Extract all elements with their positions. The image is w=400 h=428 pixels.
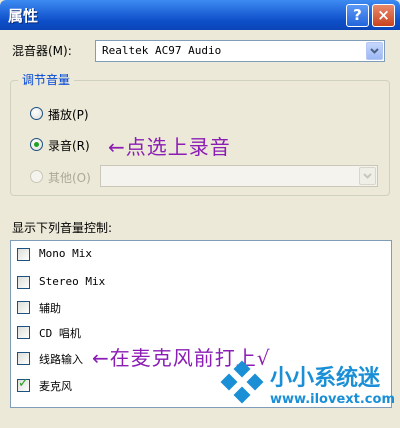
- checkbox-line-in[interactable]: [17, 352, 30, 365]
- checkbox-aux[interactable]: [17, 301, 30, 314]
- mixer-select[interactable]: Realtek AC97 Audio: [95, 40, 385, 62]
- watermark: 小小系统迷 www.ilovext.com: [218, 358, 400, 428]
- checkbox-mono-mix[interactable]: [17, 248, 30, 261]
- window-title: 属性: [8, 7, 39, 25]
- other-dropdown-button: [359, 167, 376, 185]
- mixer-label: 混音器(M):: [12, 44, 72, 58]
- list-item-label: 线路输入: [39, 353, 83, 366]
- close-button[interactable]: ×: [372, 4, 395, 27]
- list-item-label: 麦克风: [39, 380, 72, 393]
- adjust-volume-title: 调节音量: [18, 71, 75, 88]
- radio-record-button[interactable]: [30, 138, 43, 151]
- checkbox-stereo-mix[interactable]: [17, 276, 30, 289]
- list-item-label: Stereo Mix: [39, 275, 106, 288]
- watermark-url: www.ilovext.com: [270, 392, 395, 407]
- dialog-body: 混音器(M): Realtek AC97 Audio 调节音量 播放(P) 录音…: [0, 30, 400, 411]
- radio-playback-button[interactable]: [30, 107, 43, 120]
- list-item-label: 辅助: [39, 302, 61, 315]
- help-button[interactable]: ?: [346, 4, 369, 27]
- radio-record-label: 录音(R): [48, 139, 90, 153]
- radio-playback-label: 播放(P): [48, 108, 89, 122]
- other-device-select: [100, 165, 378, 187]
- watermark-logo-icon: [218, 360, 266, 411]
- mixer-dropdown-button[interactable]: [366, 42, 383, 60]
- list-item-label: CD 唱机: [39, 327, 81, 340]
- checkbox-microphone[interactable]: [17, 376, 30, 392]
- title-bar: 属性 ? ×: [0, 0, 400, 30]
- list-item-label: Mono Mix: [39, 247, 92, 260]
- controls-heading: 显示下列音量控制:: [12, 221, 113, 235]
- checkbox-cd[interactable]: [17, 326, 30, 339]
- watermark-text: 小小系统迷: [270, 366, 381, 391]
- annotation-record: ←点选上录音: [108, 135, 231, 159]
- radio-other-button: [30, 170, 43, 183]
- radio-other-label: 其他(O): [48, 171, 91, 185]
- mixer-select-value: Realtek AC97 Audio: [102, 44, 222, 57]
